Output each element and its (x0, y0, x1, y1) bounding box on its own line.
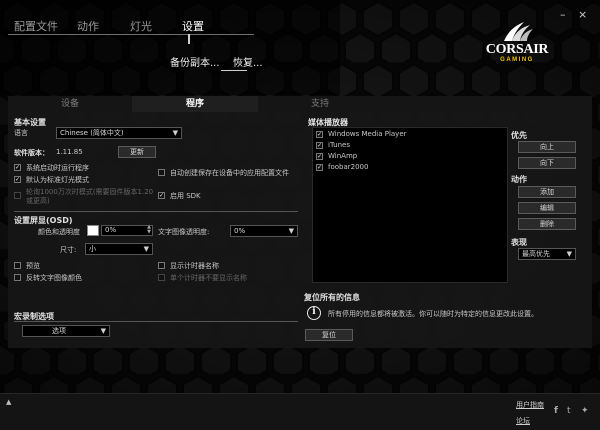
expand-arrow-icon[interactable]: ▲ (6, 398, 11, 406)
nav-active-marker (188, 34, 190, 44)
osd-color-swatch[interactable] (87, 225, 99, 236)
reset-message: 所有停用的信息都将被激活。你可以随时为特定的信息更改此设置。 (328, 310, 538, 318)
forum-link[interactable]: 论坛 (516, 416, 530, 426)
macro-divider (14, 321, 298, 322)
corsair-social-icon[interactable]: ✦ (581, 406, 589, 416)
actions-title: 动作 (511, 175, 527, 184)
osd-text-value: 0% (234, 227, 246, 235)
osd-size-label: 尺寸: (60, 246, 77, 254)
single-timer-checkbox[interactable] (158, 274, 165, 281)
footer-bar: ▲ 用户指南 论坛 f t ✦ (0, 393, 600, 430)
media-player-name: iTunes (328, 141, 350, 149)
invert-checkbox[interactable] (14, 274, 21, 281)
info-icon: i (307, 306, 321, 320)
add-button[interactable]: 添加 (518, 186, 576, 198)
autosave-label: 自动创建保存在设备中的应用配置文件 (170, 169, 289, 177)
osd-size-select[interactable]: 小 ▼ (85, 243, 153, 255)
settings-tabbar: 设备 程序 支持 (8, 96, 592, 112)
media-player-checkbox[interactable]: ✓ (316, 131, 323, 138)
language-select-value: Chinese (简体中文) (60, 129, 124, 137)
sdk-checkbox[interactable]: ✓ (158, 192, 165, 199)
update-button[interactable]: 更新 (118, 146, 156, 158)
sdk-label: 启用 SDK (170, 192, 201, 200)
section-divider (14, 211, 298, 212)
polling-1000hz-checkbox[interactable] (14, 192, 21, 199)
logo-sub-text: GAMING (500, 57, 534, 63)
language-label: 语言 (14, 129, 28, 137)
show-timer-label: 显示计时器名称 (170, 262, 219, 270)
version-value: 1.11.85 (56, 148, 83, 156)
startup-checkbox[interactable]: ✓ (14, 164, 21, 171)
media-player-list: ✓ Windows Media Player ✓ iTunes ✓ WinAmp… (312, 127, 508, 283)
nav-item-profiles[interactable]: 配置文件 (14, 18, 58, 34)
user-guide-link[interactable]: 用户指南 (516, 400, 544, 410)
startup-label: 系统启动时运行程序 (26, 164, 89, 172)
osd-color-value: 0% (105, 226, 117, 234)
osd-color-label: 颜色和透明度 (38, 228, 80, 236)
default-light-label: 默认为标准灯光模式 (26, 176, 89, 184)
chevron-down-icon: ▼ (288, 227, 294, 235)
move-up-button[interactable]: 向上 (518, 141, 576, 153)
nav-divider (8, 34, 254, 35)
minimize-button[interactable]: – (560, 8, 566, 21)
backup-link[interactable]: 备份副本... (170, 54, 220, 69)
media-player-checkbox[interactable]: ✓ (316, 142, 323, 149)
logo-brand-text: CORSAIR (485, 42, 549, 57)
macro-options-value: 选项 (52, 327, 66, 335)
macro-options-select[interactable]: 选项 ▼ (22, 325, 110, 337)
display-title: 表现 (511, 238, 527, 247)
chevron-down-icon: ▼ (172, 129, 178, 137)
preview-label: 预览 (26, 262, 40, 270)
preview-checkbox[interactable] (14, 262, 21, 269)
move-down-button[interactable]: 向下 (518, 157, 576, 169)
nav-item-settings[interactable]: 设置 (182, 18, 204, 34)
osd-color-input[interactable]: 0% ▲ ▼ (101, 225, 153, 236)
close-button[interactable]: × (578, 8, 587, 21)
chevron-down-icon: ▼ (143, 245, 149, 253)
version-label: 软件版本： (14, 149, 49, 157)
tab-support[interactable]: 支持 (258, 96, 382, 112)
osd-size-value: 小 (89, 245, 96, 253)
polling-1000hz-label: 轮询1000万次时模式(需要固件版本1.20或更高) (26, 188, 154, 205)
media-player-name: Windows Media Player (328, 130, 407, 138)
chevron-down-icon: ▼ (100, 327, 106, 335)
invert-label: 反转文字图像颜色 (26, 274, 82, 282)
show-timer-checkbox[interactable] (158, 262, 165, 269)
media-player-checkbox[interactable]: ✓ (316, 153, 323, 160)
corsair-logo: CORSAIR GAMING (482, 20, 552, 68)
delete-button[interactable]: 删除 (518, 218, 576, 230)
language-select[interactable]: Chinese (简体中文) ▼ (56, 127, 182, 139)
osd-title: 设置屏显(OSD) (14, 216, 73, 225)
autosave-checkbox[interactable] (158, 169, 165, 176)
chevron-down-icon: ▼ (566, 250, 572, 258)
edit-button[interactable]: 编辑 (518, 202, 576, 214)
nav-item-actions[interactable]: 动作 (77, 18, 99, 34)
tab-program[interactable]: 程序 (132, 96, 258, 112)
display-select[interactable]: 最高优先 ▼ (518, 248, 576, 260)
osd-text-label: 文字图像透明度: (158, 228, 210, 236)
basic-settings-title: 基本设置 (14, 118, 46, 127)
restore-link[interactable]: 恢复... (233, 54, 263, 69)
display-value: 最高优先 (522, 250, 550, 258)
facebook-icon[interactable]: f (554, 406, 558, 416)
osd-text-select[interactable]: 0% ▼ (230, 225, 298, 237)
restore-underline (221, 70, 247, 71)
corsair-sails-icon (504, 22, 533, 41)
media-player-name: WinAmp (328, 152, 358, 160)
default-light-checkbox[interactable]: ✓ (14, 176, 21, 183)
spinner-icon: ▲ ▼ (147, 224, 151, 235)
tab-devices[interactable]: 设备 (8, 96, 132, 112)
reset-button[interactable]: 复位 (305, 329, 353, 341)
media-player-checkbox[interactable]: ✓ (316, 164, 323, 171)
single-timer-label: 单个计时器不要显示名称 (170, 274, 247, 282)
nav-item-lighting[interactable]: 灯光 (130, 18, 152, 34)
priority-title: 优先 (511, 131, 527, 140)
media-player-name: foobar2000 (328, 163, 369, 171)
reset-title: 复位所有的信息 (304, 293, 360, 302)
program-settings-panel: 基本设置 语言 Chinese (简体中文) ▼ 软件版本： 1.11.85 更… (8, 112, 592, 348)
twitter-icon[interactable]: t (567, 406, 571, 416)
